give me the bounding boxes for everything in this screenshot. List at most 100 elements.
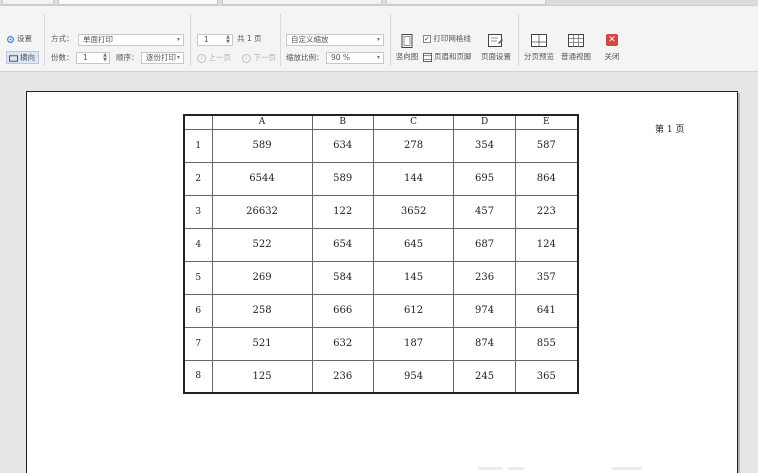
- column-header: C: [372, 114, 455, 130]
- row-header: 8: [183, 359, 213, 394]
- tab-document-3[interactable]: [386, 0, 546, 5]
- table-cell: 144: [372, 161, 455, 196]
- arrow-left-icon: ‹: [197, 53, 206, 63]
- table-cell: 584: [311, 260, 374, 295]
- order-select[interactable]: 逐份打印 ▾: [141, 52, 184, 64]
- spin-arrows-icon[interactable]: ▲ ▼: [226, 35, 230, 45]
- portrait-button[interactable]: 竖向图: [392, 34, 422, 68]
- row-header: 5: [183, 260, 213, 295]
- table-cell: 645: [372, 227, 455, 262]
- spreadsheet-table: A B C D E 1 589 634 278 354 587 2 6544 589 144 695…: [183, 114, 579, 394]
- preview-canvas[interactable]: 第 1 页 A B C D E 1 589 634 278 354 587 2 6544 589…: [0, 73, 758, 473]
- table-cell: 666: [311, 293, 374, 328]
- arrow-right-icon: ›: [242, 53, 251, 63]
- row-header: 7: [183, 326, 213, 361]
- print-method-value: 单面打印: [83, 35, 113, 44]
- table-cell: 589: [211, 128, 313, 163]
- table-row: 5 269 584 145 236 357: [183, 260, 579, 295]
- table-cell: 864: [514, 161, 579, 196]
- print-method-label: 方式：: [51, 34, 74, 43]
- table-cell: 654: [311, 227, 374, 262]
- table-cell: 587: [514, 128, 579, 163]
- table-cell: 278: [372, 128, 455, 163]
- tab-active-spreadsheet[interactable]: [58, 0, 218, 5]
- table-cell: 236: [311, 359, 374, 394]
- print-gridlines-label: 打印网格线: [433, 34, 471, 43]
- chevron-down-icon: ▾: [176, 54, 180, 61]
- table-row: 1 589 634 278 354 587: [183, 128, 579, 163]
- print-gridlines-checkbox[interactable]: ✓ 打印网格线: [423, 33, 471, 45]
- column-header-row: A B C D E: [183, 114, 579, 130]
- table-row: 3 26632 122 3652 457 223: [183, 194, 579, 229]
- table-row: 2 6544 589 144 695 864: [183, 161, 579, 196]
- table-cell: 687: [453, 227, 516, 262]
- copies-stepper[interactable]: 1 ▲ ▼: [76, 52, 110, 64]
- preview-page: 第 1 页 A B C D E 1 589 634 278 354 587 2 6544 589…: [26, 91, 738, 473]
- spin-arrows-icon[interactable]: ▲ ▼: [103, 53, 107, 63]
- page-break-preview-button[interactable]: 分页预览: [524, 34, 554, 68]
- scale-mode-select[interactable]: 自定义缩放 ▾: [286, 34, 384, 46]
- tab-previous[interactable]: [2, 0, 54, 5]
- table-cell: 521: [211, 326, 313, 361]
- table-cell: 634: [311, 128, 374, 163]
- table-cell: 632: [311, 326, 374, 361]
- table-row: 4 522 654 645 687 124: [183, 227, 579, 262]
- table-row: 7 521 632 187 874 855: [183, 326, 579, 361]
- page-setup-label: 页面设置: [481, 52, 511, 61]
- landscape-label: 横向: [20, 53, 35, 62]
- next-page-button[interactable]: › 下一页: [242, 52, 276, 64]
- table-cell: 245: [453, 359, 516, 394]
- next-page-label: 下一页: [253, 53, 276, 62]
- close-label: 关闭: [604, 52, 620, 61]
- print-method-select[interactable]: 单面打印 ▾: [78, 34, 184, 46]
- row-header: 2: [183, 161, 213, 196]
- table-cell: 974: [453, 293, 516, 328]
- previous-page-button[interactable]: ‹ 上一页: [197, 52, 231, 64]
- portrait-page-icon: [401, 34, 413, 48]
- copies-label: 份数：: [51, 53, 74, 62]
- table-cell: 6544: [211, 161, 313, 196]
- table-cell: 3652: [372, 194, 455, 229]
- tab-document-2[interactable]: [222, 0, 382, 5]
- chevron-down-icon: ▾: [376, 54, 380, 61]
- settings-button[interactable]: 设置: [6, 33, 32, 45]
- table-cell: 641: [514, 293, 579, 328]
- row-header: 3: [183, 194, 213, 229]
- landscape-button[interactable]: 横向: [6, 51, 39, 64]
- grid-view-icon: [568, 34, 584, 47]
- header-footer-button[interactable]: 页眉和页脚: [423, 51, 472, 63]
- scale-select[interactable]: 90 % ▾: [326, 52, 384, 64]
- header-footer-label: 页眉和页脚: [434, 52, 472, 61]
- table-cell: 855: [514, 326, 579, 361]
- table-cell: 223: [514, 194, 579, 229]
- table-cell: 122: [311, 194, 374, 229]
- column-header: A: [211, 114, 313, 130]
- table-row: 6 258 666 612 974 641: [183, 293, 579, 328]
- scale-value: 90 %: [331, 53, 351, 62]
- table-row: 8 125 236 954 245 365: [183, 359, 579, 394]
- table-cell: 522: [211, 227, 313, 262]
- portrait-label: 竖向图: [395, 52, 419, 61]
- scale-label: 缩放比例：: [286, 53, 324, 62]
- order-value: 逐份打印: [146, 53, 176, 62]
- chevron-down-icon: ▾: [376, 36, 380, 43]
- scale-mode-value: 自定义缩放: [291, 35, 329, 44]
- table-cell: 187: [372, 326, 455, 361]
- copies-value: 1: [83, 53, 88, 62]
- page-number-value: 1: [204, 35, 209, 44]
- page-break-preview-label: 分页预览: [524, 52, 554, 61]
- page-setup-icon: [488, 34, 503, 47]
- close-preview-button[interactable]: ✕ 关闭: [597, 34, 627, 68]
- table-cell: 589: [311, 161, 374, 196]
- page-number-stepper[interactable]: 1 ▲ ▼: [197, 34, 233, 46]
- page-setup-button[interactable]: 页面设置: [481, 34, 511, 68]
- table-cell: 612: [372, 293, 455, 328]
- normal-view-button[interactable]: 普通视图: [561, 34, 591, 68]
- table-cell: 26632: [211, 194, 313, 229]
- order-label: 顺序：: [116, 53, 139, 62]
- table-cell: 357: [514, 260, 579, 295]
- settings-label: 设置: [17, 34, 32, 43]
- checkbox-checked-icon: ✓: [423, 35, 431, 43]
- page-total-label: 共 1 页: [237, 34, 262, 43]
- table-cell: 145: [372, 260, 455, 295]
